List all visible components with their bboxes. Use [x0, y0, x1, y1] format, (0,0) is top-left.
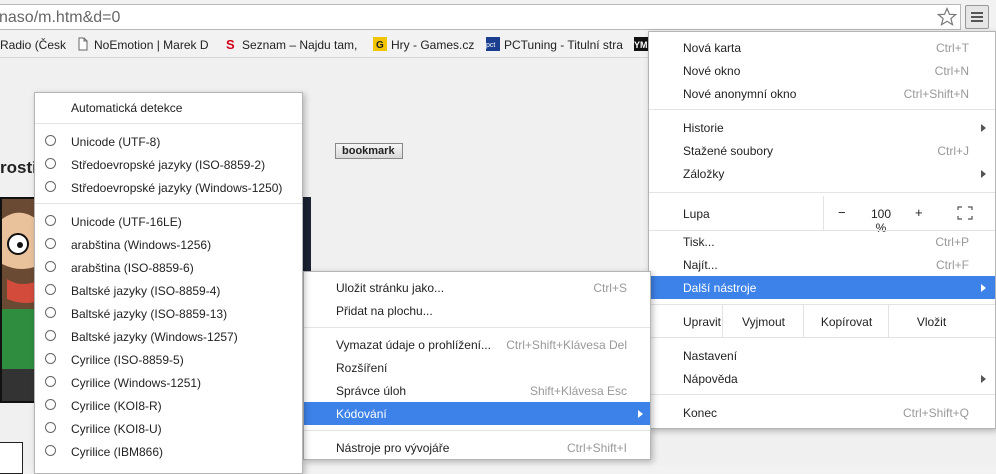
encoding-option[interactable]: Středoevropské jazyky (Windows-1250) [35, 176, 302, 199]
chevron-right-icon [981, 284, 986, 292]
chevron-right-icon [981, 124, 986, 132]
radio-icon [45, 158, 56, 169]
svg-text:G: G [376, 40, 384, 51]
encoding-option[interactable]: Baltské jazyky (ISO-8859-4) [35, 279, 302, 302]
seznam-icon: S [226, 37, 235, 51]
radio-icon [45, 215, 56, 226]
menu-item-save-page[interactable]: Uložit stránku jako... Ctrl+S [304, 276, 650, 299]
radio-icon [45, 307, 56, 318]
chrome-menu-button[interactable] [965, 5, 989, 29]
menu-item-history[interactable]: Historie [649, 116, 995, 139]
menu-item-extensions[interactable]: Rozšíření [304, 356, 650, 379]
encoding-option[interactable]: Unicode (UTF-16LE) [35, 210, 302, 233]
menu-item-clear-data[interactable]: Vymazat údaje o prohlížení... Ctrl+Shift+… [304, 333, 650, 356]
edit-row: Upravit Vyjmout Kopírovat Vložit [649, 304, 995, 338]
chevron-right-icon [638, 410, 643, 418]
chevron-right-icon [981, 170, 986, 178]
encoding-option[interactable]: Cyrilice (IBM866) [35, 440, 302, 463]
zoom-out-button[interactable]: − [838, 205, 846, 220]
radio-icon [45, 181, 56, 192]
svg-text:pct: pct [486, 42, 495, 49]
more-tools-menu: Uložit stránku jako... Ctrl+S Přidat na p… [303, 271, 651, 460]
menu-item-downloads[interactable]: Stažené soubory Ctrl+J [649, 139, 995, 162]
encoding-option[interactable]: Cyrilice (KOI8-R) [35, 394, 302, 417]
radio-icon [45, 399, 56, 410]
radio-icon [45, 261, 56, 272]
encoding-option[interactable]: Cyrilice (ISO-8859-5) [35, 348, 302, 371]
cut-button[interactable]: Vyjmout [722, 304, 804, 338]
page-heading: rosti [0, 158, 37, 177]
url-text: naso/m.htm&d=0 [0, 9, 121, 26]
zoom-in-button[interactable]: + [915, 205, 923, 220]
chrome-main-menu: Nová karta Ctrl+T Nové okno Ctrl+N Nové an… [648, 31, 996, 429]
menu-item-find[interactable]: Najít... Ctrl+F [649, 253, 995, 276]
menu-item-bookmarks[interactable]: Záložky [649, 162, 995, 185]
encoding-option[interactable]: Středoevropské jazyky (ISO-8859-2) [35, 153, 302, 176]
menu-item-auto-detect[interactable]: Automatická detekce [35, 96, 302, 119]
hamburger-icon [971, 12, 983, 14]
games-icon: G [373, 37, 387, 51]
encoding-option[interactable]: Cyrilice (Windows-1251) [35, 371, 302, 394]
radio-icon [45, 353, 56, 364]
menu-item-new-window[interactable]: Nové okno Ctrl+N [649, 59, 995, 82]
menu-item-add-to-desktop[interactable]: Přidat na plochu... [304, 299, 650, 322]
radio-icon [45, 376, 56, 387]
encoding-option[interactable]: Baltské jazyky (ISO-8859-13) [35, 302, 302, 325]
menu-item-more-tools[interactable]: Další nástroje [649, 276, 995, 299]
encoding-option[interactable]: arabština (Windows-1256) [35, 233, 302, 256]
radio-icon [45, 445, 56, 456]
bookmark-button[interactable]: bookmark [335, 143, 403, 159]
zoom-row: Lupa − 100 % + [649, 196, 995, 235]
menu-item-help[interactable]: Nápověda [649, 367, 995, 390]
toolbar: naso/m.htm&d=0 [0, 0, 996, 33]
encoding-option[interactable]: Baltské jazyky (Windows-1257) [35, 325, 302, 348]
menu-item-task-manager[interactable]: Správce úloh Shift+Klávesa Esc [304, 379, 650, 402]
radio-icon [45, 135, 56, 146]
encoding-option[interactable]: Cyrilice (KOI8-U) [35, 417, 302, 440]
menu-item-dev-tools[interactable]: Nástroje pro vývojáře Ctrl+Shift+I [304, 436, 650, 459]
address-bar[interactable]: naso/m.htm&d=0 [0, 4, 961, 30]
page-frame [0, 442, 23, 474]
menu-item-exit[interactable]: Konec Ctrl+Shift+Q [649, 401, 995, 424]
radio-icon [45, 422, 56, 433]
menu-item-new-incognito[interactable]: Nové anonymní okno Ctrl+Shift+N [649, 82, 995, 105]
paste-button[interactable]: Vložit [888, 304, 974, 338]
menu-item-settings[interactable]: Nastavení [649, 344, 995, 367]
svg-text:YM: YM [634, 40, 648, 50]
radio-icon [45, 238, 56, 249]
ym-icon: YM [634, 37, 648, 51]
star-icon[interactable] [937, 7, 957, 27]
menu-item-new-tab[interactable]: Nová karta Ctrl+T [649, 36, 995, 59]
copy-button[interactable]: Kopírovat [803, 304, 889, 338]
encoding-menu: Automatická detekce Unicode (UTF-8) Stře… [34, 92, 303, 474]
radio-icon [45, 330, 56, 341]
fullscreen-icon[interactable] [957, 206, 973, 220]
radio-icon [45, 284, 56, 295]
encoding-option[interactable]: arabština (ISO-8859-6) [35, 256, 302, 279]
menu-item-encoding[interactable]: Kódování [304, 402, 650, 425]
page-icon [78, 37, 88, 51]
encoding-option[interactable]: Unicode (UTF-8) [35, 130, 302, 153]
menu-item-print[interactable]: Tisk... Ctrl+P [649, 230, 995, 253]
svg-text:S: S [226, 37, 235, 51]
chevron-right-icon [981, 375, 986, 383]
pctuning-icon: pct [486, 37, 500, 51]
